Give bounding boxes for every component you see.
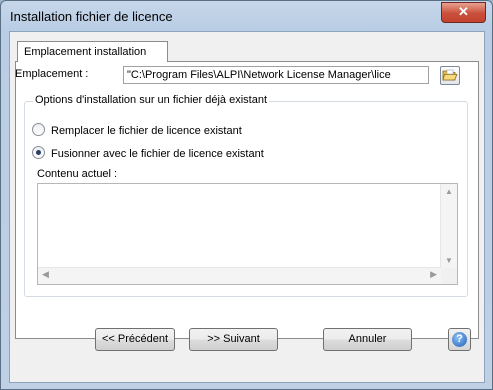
scroll-up-icon[interactable]: ▲ xyxy=(441,187,457,196)
scroll-down-icon[interactable]: ▼ xyxy=(441,256,457,265)
replace-label: Remplacer le fichier de licence existant xyxy=(51,125,242,137)
dialog-window: Installation fichier de licence ✕ Emplac… xyxy=(0,0,493,390)
vertical-scrollbar[interactable]: ▲ ▼ xyxy=(440,184,457,268)
replace-radio[interactable] xyxy=(32,123,45,136)
help-button[interactable]: ? xyxy=(448,328,471,351)
replace-option[interactable]: Remplacer le fichier de licence existant xyxy=(32,123,242,137)
browse-button[interactable] xyxy=(440,66,460,85)
close-icon: ✕ xyxy=(458,4,469,19)
scroll-left-icon[interactable]: ◀ xyxy=(42,269,49,280)
window-title: Installation fichier de licence xyxy=(10,9,173,24)
merge-radio[interactable] xyxy=(32,146,45,159)
next-button[interactable]: >> Suivant xyxy=(189,328,278,351)
scroll-corner xyxy=(441,268,457,284)
merge-option[interactable]: Fusionner avec le fichier de licence exi… xyxy=(32,146,264,160)
current-content-label: Contenu actuel : xyxy=(37,168,118,180)
tab-label: Emplacement installation xyxy=(24,46,147,58)
close-button[interactable]: ✕ xyxy=(441,2,486,23)
help-icon: ? xyxy=(452,332,467,347)
current-content-textarea[interactable]: ▲ ▼ ◀ ▶ xyxy=(37,183,458,285)
title-bar[interactable]: Installation fichier de licence ✕ xyxy=(1,1,492,31)
scroll-right-icon[interactable]: ▶ xyxy=(430,269,437,280)
location-label: Emplacement : xyxy=(15,68,89,80)
previous-button[interactable]: << Précédent xyxy=(95,328,175,351)
tab-emplacement-installation[interactable]: Emplacement installation xyxy=(17,41,168,62)
horizontal-scrollbar[interactable]: ◀ ▶ xyxy=(38,267,441,284)
folder-open-icon xyxy=(442,69,458,81)
cancel-button[interactable]: Annuler xyxy=(323,328,412,351)
location-input[interactable] xyxy=(123,66,429,84)
install-options-legend: Options d'installation sur un fichier dé… xyxy=(33,94,270,106)
merge-label: Fusionner avec le fichier de licence exi… xyxy=(51,148,264,160)
